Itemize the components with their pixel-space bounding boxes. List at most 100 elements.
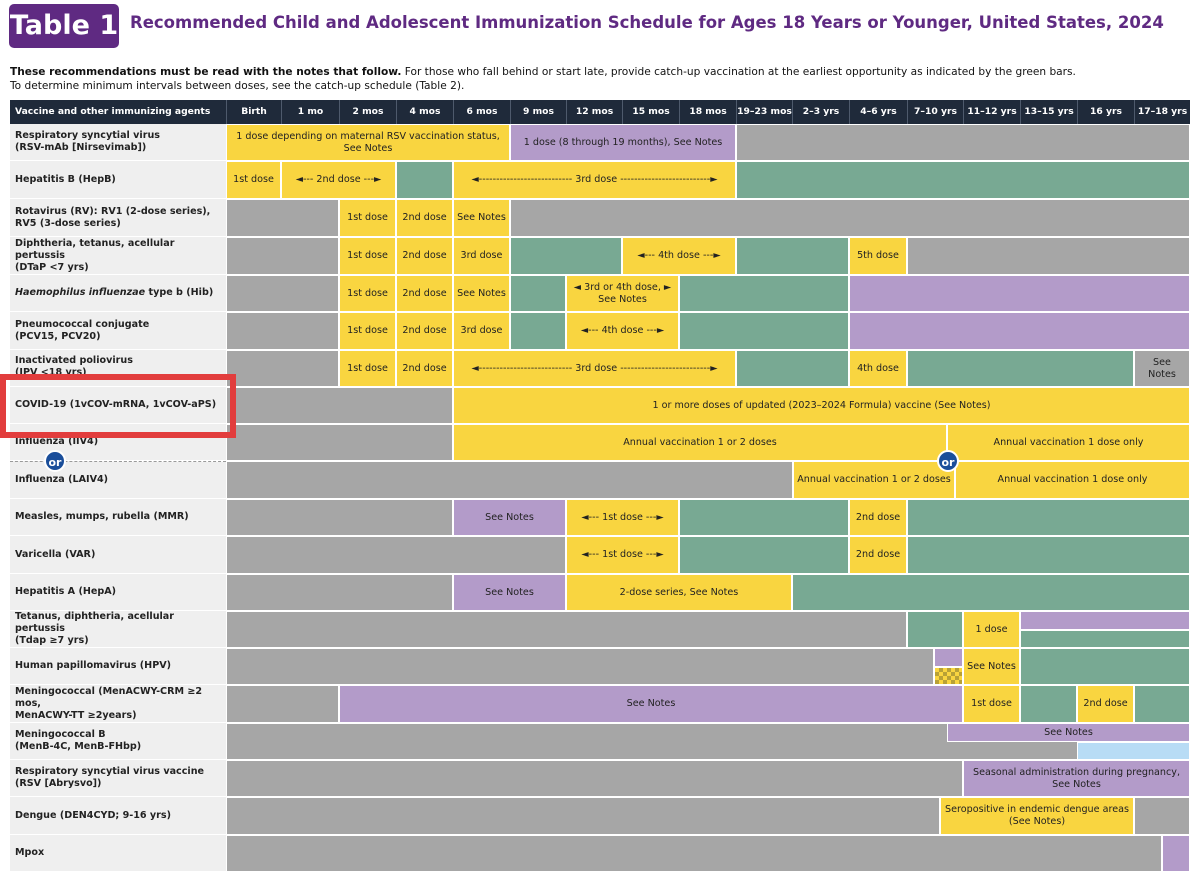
header-age-1: Birth — [226, 100, 281, 124]
row-label-line: Human papillomavirus (HPV) — [15, 660, 172, 671]
schedule-bar-pcv-gray — [226, 312, 339, 350]
row-label-tdap: Tetanus, diphtheria, acellular pertussis… — [10, 611, 226, 648]
schedule-bar-rsv-yellow: 1 dose depending on maternal RSV vaccina… — [226, 124, 510, 161]
schedule-bar-dtap-green — [510, 237, 622, 275]
header-age-7: 12 mos — [566, 100, 622, 124]
row-label-line: Inactivated poliovirus — [15, 355, 133, 366]
row-label-line: (RSV [Abrysvo]) — [15, 778, 102, 789]
header-age-14: 11–12 yrs — [963, 100, 1020, 124]
schedule-bar-var-gray — [226, 536, 566, 574]
schedule-bar-tdap-green — [907, 611, 963, 648]
schedule-bar-hepb-yellow: 1st dose — [226, 161, 281, 199]
schedule-bar-hpv-gray — [226, 648, 934, 685]
schedule-bar-hepa-green — [792, 574, 1190, 611]
schedule-bar-rsv_vac-purple: Seasonal administration during pregnancy… — [963, 760, 1190, 797]
row-label-line: (PCV15, PCV20) — [15, 330, 101, 342]
schedule-bar-ipv-gray — [226, 350, 339, 387]
schedule-bar-ipv-yellow: 2nd dose — [396, 350, 453, 387]
row-label-pcv: Pneumococcal conjugate (PCV15, PCV20) — [10, 312, 226, 350]
row-label-mmr: Measles, mumps, rubella (MMR) — [10, 499, 226, 536]
schedule-bar-hib-green — [679, 275, 849, 312]
row-label-hepa: Hepatitis A (HepA) — [10, 574, 226, 611]
schedule-bar-hpv-purple — [934, 648, 963, 667]
row-label-var: Varicella (VAR) — [10, 536, 226, 574]
schedule-bar-ipv-yellow: ◄--------------------------- 3rd dose --… — [453, 350, 736, 387]
schedule-bar-tdap-gray — [226, 611, 907, 648]
schedule-bar-hepb-green — [736, 161, 1190, 199]
row-label-line: Meningococcal B — [15, 729, 106, 740]
schedule-bar-flu_laiv-yellow: Annual vaccination 1 dose only — [955, 461, 1190, 499]
schedule-bar-dtap-green — [736, 237, 849, 275]
schedule-bar-mmr-green — [679, 499, 849, 536]
schedule-bar-ipv-yellow: 4th dose — [849, 350, 907, 387]
row-label-rsv_vac: Respiratory syncytial virus vaccine (RSV … — [10, 760, 226, 797]
row-label-rota: Rotavirus (RV): RV1 (2-dose series), RV5 … — [10, 199, 226, 237]
row-label-line: Meningococcal (MenACWY-CRM ≥2 mos, — [15, 685, 203, 709]
schedule-bar-rsv-gray — [736, 124, 1190, 161]
header-age-6: 9 mos — [510, 100, 566, 124]
schedule-bar-pcv-green — [510, 312, 566, 350]
row-label-line: (Tdap ≥7 yrs) — [15, 635, 89, 646]
schedule-bar-hib-green — [510, 275, 566, 312]
schedule-bar-tdap-purple — [1020, 611, 1190, 630]
schedule-bar-hepa-yellow: 2-dose series, See Notes — [566, 574, 792, 611]
schedule-bar-dengue-yellow: Seropositive in endemic dengue areas (Se… — [940, 797, 1134, 835]
schedule-bar-hib-yellow: 2nd dose — [396, 275, 453, 312]
schedule-bar-hpv-checker — [934, 667, 963, 685]
schedule-bar-rota-yellow: 2nd dose — [396, 199, 453, 237]
schedule-bar-pcv-green — [679, 312, 849, 350]
schedule-bar-menacwy-yellow: 1st dose — [963, 685, 1020, 723]
row-label-line: Respiratory syncytial virus — [15, 130, 160, 141]
schedule-bar-rota-yellow: See Notes — [453, 199, 510, 237]
schedule-bar-menacwy-yellow: 2nd dose — [1077, 685, 1134, 723]
covid-row-highlight — [0, 374, 236, 438]
table-header-row: Vaccine and other immunizing agents Birth… — [10, 100, 1190, 124]
immunization-schedule-table: Respiratory syncytial virus (RSV-mAb [Nir… — [10, 124, 1190, 875]
header-vaccine-column: Vaccine and other immunizing agents — [15, 106, 211, 117]
schedule-bar-var-yellow: 2nd dose — [849, 536, 907, 574]
schedule-bar-tdap-yellow: 1 dose — [963, 611, 1020, 648]
page-title: Recommended Child and Adolescent Immuniz… — [130, 13, 1164, 32]
row-label-line: Varicella (VAR) — [15, 548, 96, 560]
schedule-bar-mmr-yellow: ◄--- 1st dose ---► — [566, 499, 679, 536]
schedule-bar-rota-yellow: 1st dose — [339, 199, 396, 237]
schedule-bar-hepa-purple: See Notes — [453, 574, 566, 611]
schedule-bar-hepa-gray — [226, 574, 453, 611]
schedule-bar-hib-yellow: 1st dose — [339, 275, 396, 312]
schedule-bar-menacwy-green — [1020, 685, 1077, 723]
row-label-line: Diphtheria, tetanus, acellular pertussis — [15, 237, 175, 261]
schedule-bar-menacwy-gray — [226, 685, 339, 723]
row-label-line: Hepatitis B (HepB) — [15, 173, 116, 185]
schedule-bar-pcv-yellow: 2nd dose — [396, 312, 453, 350]
instructions-line-2: To determine minimum intervals between d… — [10, 80, 465, 92]
schedule-bar-ipv-yellow: 1st dose — [339, 350, 396, 387]
header-age-3: 2 mos — [339, 100, 396, 124]
header-age-16: 16 yrs — [1077, 100, 1134, 124]
schedule-bar-flu_iiv-gray — [226, 424, 453, 461]
row-label-line: Haemophilus influenzae type b (Hib) — [15, 287, 214, 298]
row-label-menacwy: Meningococcal (MenACWY-CRM ≥2 mos, MenACW… — [10, 685, 226, 723]
header-age-5: 6 mos — [453, 100, 510, 124]
schedule-bar-menacwy-green — [1134, 685, 1190, 723]
schedule-bar-flu_iiv-yellow: Annual vaccination 1 or 2 doses — [453, 424, 947, 461]
schedule-bar-rsv-purple: 1 dose (8 through 19 months), See Notes — [510, 124, 736, 161]
row-label-dtap: Diphtheria, tetanus, acellular pertussis… — [10, 237, 226, 275]
schedule-bar-menb-blue — [1077, 742, 1190, 760]
schedule-bar-dtap-yellow: 1st dose — [339, 237, 396, 275]
row-label-hpv: Human papillomavirus (HPV) — [10, 648, 226, 685]
schedule-bar-dtap-yellow: 2nd dose — [396, 237, 453, 275]
schedule-bar-pcv-yellow: 1st dose — [339, 312, 396, 350]
schedule-bar-hepb-yellow: ◄--------------------------- 3rd dose --… — [453, 161, 736, 199]
schedule-bar-rsv_vac-gray — [226, 760, 963, 797]
schedule-bar-hib-gray — [226, 275, 339, 312]
schedule-bar-flu_laiv-yellow: Annual vaccination 1 or 2 doses — [793, 461, 955, 499]
header-age-2: 1 mo — [281, 100, 339, 124]
row-label-line: Measles, mumps, rubella (MMR) — [15, 511, 189, 522]
row-label-hib: Haemophilus influenzae type b (Hib) — [10, 275, 226, 312]
schedule-bar-ipv-green — [907, 350, 1134, 387]
schedule-bar-dengue-gray — [226, 797, 940, 835]
schedule-bar-flu_iiv-yellow: Annual vaccination 1 dose only — [947, 424, 1190, 461]
row-label-line: (MenB-4C, MenB-FHbp) — [15, 741, 142, 752]
influenza-divider-label — [10, 461, 226, 462]
row-label-line: Pneumococcal conjugate — [15, 318, 150, 330]
